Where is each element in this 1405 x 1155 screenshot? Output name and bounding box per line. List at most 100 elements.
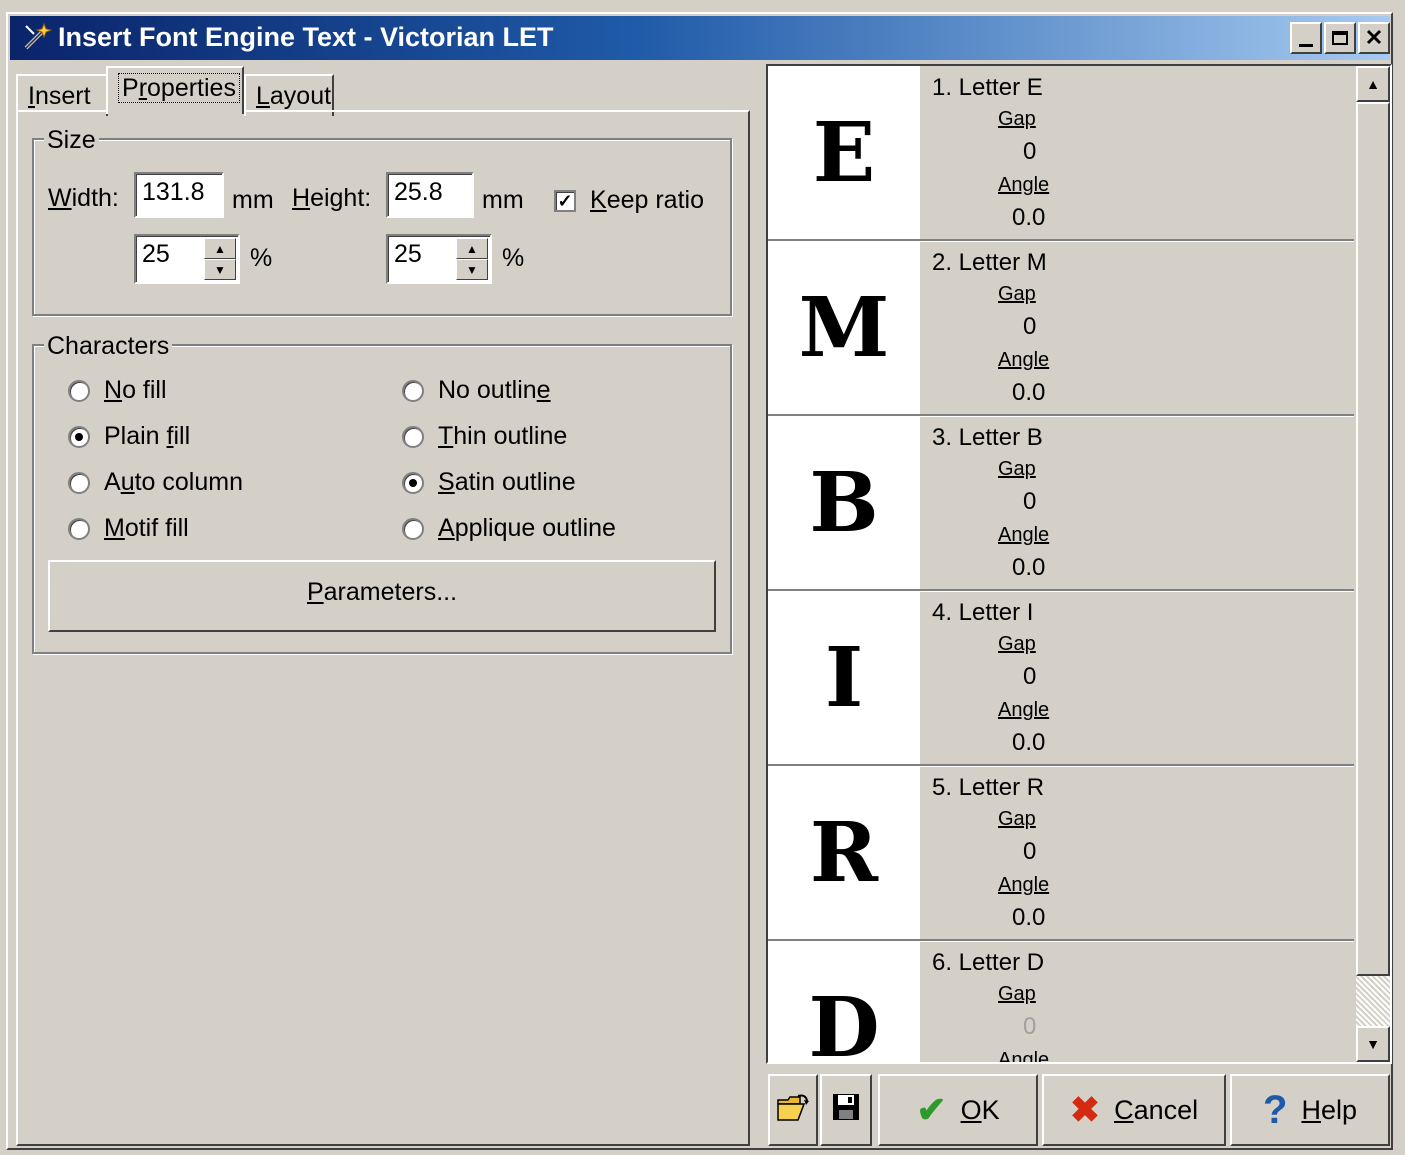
minimize-button[interactable] — [1290, 22, 1322, 54]
tab-layout-mnemonic: L — [256, 82, 270, 110]
keep-ratio-checkbox[interactable]: ✓ Keep ratio — [554, 186, 704, 215]
vertical-scrollbar[interactable]: ▲ ▼ — [1356, 66, 1390, 1062]
spin-down-icon[interactable]: ▼ — [204, 259, 236, 280]
height-label: Height: — [292, 184, 372, 212]
tab-insert-label: nsert — [34, 82, 91, 110]
letter-glyph: M — [798, 279, 890, 376]
letter-list[interactable]: E 1. Letter E Gap 0 Angle 0.0 M 2. Letter M Gap 0… — [766, 64, 1392, 1064]
save-button[interactable] — [820, 1074, 872, 1146]
width-percent-stepper[interactable]: 25 ▲ ▼ — [134, 234, 240, 284]
width-percent-sign: % — [250, 244, 273, 272]
radio-dot[interactable] — [68, 471, 90, 494]
floppy-disk-icon — [831, 1092, 861, 1129]
scroll-track[interactable] — [1356, 976, 1390, 1026]
angle-label[interactable]: Angle — [998, 1049, 1049, 1062]
gap-label[interactable]: Gap — [998, 108, 1036, 131]
gap-value[interactable]: 0 — [1023, 838, 1036, 866]
scroll-up-button[interactable]: ▲ — [1356, 66, 1390, 102]
cancel-button[interactable]: ✖ Cancel — [1042, 1074, 1226, 1146]
letter-row[interactable]: M 2. Letter M Gap 0 Angle 0.0 — [768, 241, 1354, 416]
angle-value[interactable]: 0.0 — [1012, 379, 1045, 407]
tab-properties-prefix: P — [122, 74, 139, 102]
close-button[interactable] — [1358, 22, 1390, 54]
parameters-button[interactable]: Parameters... — [48, 560, 716, 632]
letter-glyph: D — [808, 979, 880, 1064]
angle-value[interactable]: 0.0 — [1012, 729, 1045, 757]
radio-dot[interactable] — [68, 425, 90, 448]
radio-dot[interactable] — [68, 517, 90, 540]
letter-row[interactable]: R 5. Letter R Gap 0 Angle 0.0 — [768, 766, 1354, 941]
check-icon: ✓ — [554, 189, 576, 212]
letter-preview: M — [768, 241, 920, 414]
letter-label: 3. Letter B — [932, 424, 1043, 451]
spin-up-icon[interactable]: ▲ — [456, 238, 488, 259]
angle-label[interactable]: Angle — [998, 699, 1049, 722]
width-percent-spin[interactable]: ▲ ▼ — [204, 238, 236, 280]
height-input[interactable]: 25.8 — [386, 172, 474, 218]
gap-label[interactable]: Gap — [998, 808, 1036, 831]
angle-value[interactable]: 0.0 — [1012, 904, 1045, 932]
angle-label[interactable]: Angle — [998, 874, 1049, 897]
letter-preview: I — [768, 591, 920, 764]
angle-label[interactable]: Angle — [998, 174, 1049, 197]
title-bar[interactable]: Insert Font Engine Text - Victorian LET — [10, 16, 1390, 60]
fill-radio-label: Auto column — [104, 468, 243, 496]
gap-value[interactable]: 0 — [1023, 663, 1036, 691]
gap-label[interactable]: Gap — [998, 983, 1036, 1006]
tab-properties[interactable]: Properties — [106, 66, 244, 114]
open-button[interactable] — [768, 1074, 818, 1146]
help-label: Help — [1301, 1094, 1357, 1125]
angle-value[interactable]: 0.0 — [1012, 204, 1045, 232]
outline-radio-2[interactable]: Satin outline — [402, 468, 576, 497]
fill-radio-1[interactable]: Plain fill — [68, 422, 190, 451]
fill-radio-0[interactable]: No fill — [68, 376, 167, 405]
letter-row[interactable]: I 4. Letter I Gap 0 Angle 0.0 — [768, 591, 1354, 766]
letter-label: 6. Letter D — [932, 949, 1045, 976]
outline-radio-0[interactable]: No outline — [402, 376, 551, 405]
ok-label: OK — [960, 1094, 1000, 1125]
letter-row[interactable]: E 1. Letter E Gap 0 Angle 0.0 — [768, 66, 1354, 241]
letter-preview: B — [768, 416, 920, 589]
fill-radio-3[interactable]: Motif fill — [68, 514, 189, 543]
radio-dot[interactable] — [402, 379, 424, 402]
letter-preview: E — [768, 66, 920, 239]
scroll-thumb[interactable] — [1356, 102, 1390, 976]
gap-label[interactable]: Gap — [998, 458, 1036, 481]
gap-value[interactable]: 0 — [1023, 488, 1036, 516]
gap-value[interactable]: 0 — [1023, 138, 1036, 166]
angle-label[interactable]: Angle — [998, 349, 1049, 372]
keep-ratio-label: Keep ratio — [590, 186, 704, 214]
radio-dot[interactable] — [402, 425, 424, 448]
outline-radio-1[interactable]: Thin outline — [402, 422, 567, 451]
help-button[interactable]: ? Help — [1230, 1074, 1390, 1146]
outline-radio-3[interactable]: Applique outline — [402, 514, 616, 543]
letter-label: 5. Letter R — [932, 774, 1045, 801]
outline-radio-label: Applique outline — [438, 514, 616, 542]
height-percent-stepper[interactable]: 25 ▲ ▼ — [386, 234, 492, 284]
gap-value[interactable]: 0 — [1023, 313, 1036, 341]
letter-row[interactable]: B 3. Letter B Gap 0 Angle 0.0 — [768, 416, 1354, 591]
letter-label: 2. Letter M — [932, 249, 1047, 276]
spin-down-icon[interactable]: ▼ — [456, 259, 488, 280]
letter-row[interactable]: D 6. Letter D Gap 0 Angle — [768, 941, 1354, 1064]
fill-radio-2[interactable]: Auto column — [68, 468, 243, 497]
height-percent-spin[interactable]: ▲ ▼ — [456, 238, 488, 280]
radio-dot[interactable] — [402, 517, 424, 540]
tab-layout-label: ayout — [269, 82, 332, 110]
width-input[interactable]: 131.8 — [134, 172, 224, 218]
ok-button[interactable]: ✔ OK — [878, 1074, 1038, 1146]
letter-label: 1. Letter E — [932, 74, 1043, 101]
arrow-down-icon: ▼ — [1366, 1036, 1380, 1052]
radio-dot[interactable] — [402, 471, 424, 494]
maximize-button[interactable] — [1324, 22, 1356, 54]
angle-label[interactable]: Angle — [998, 524, 1049, 547]
gap-label[interactable]: Gap — [998, 633, 1036, 656]
spin-up-icon[interactable]: ▲ — [204, 238, 236, 259]
gap-label[interactable]: Gap — [998, 283, 1036, 306]
angle-value[interactable]: 0.0 — [1012, 554, 1045, 582]
gap-value[interactable]: 0 — [1023, 1013, 1036, 1041]
x-icon: ✖ — [1069, 1089, 1101, 1130]
scroll-down-button[interactable]: ▼ — [1356, 1026, 1390, 1062]
outline-radio-label: No outline — [438, 376, 551, 404]
radio-dot[interactable] — [68, 379, 90, 402]
